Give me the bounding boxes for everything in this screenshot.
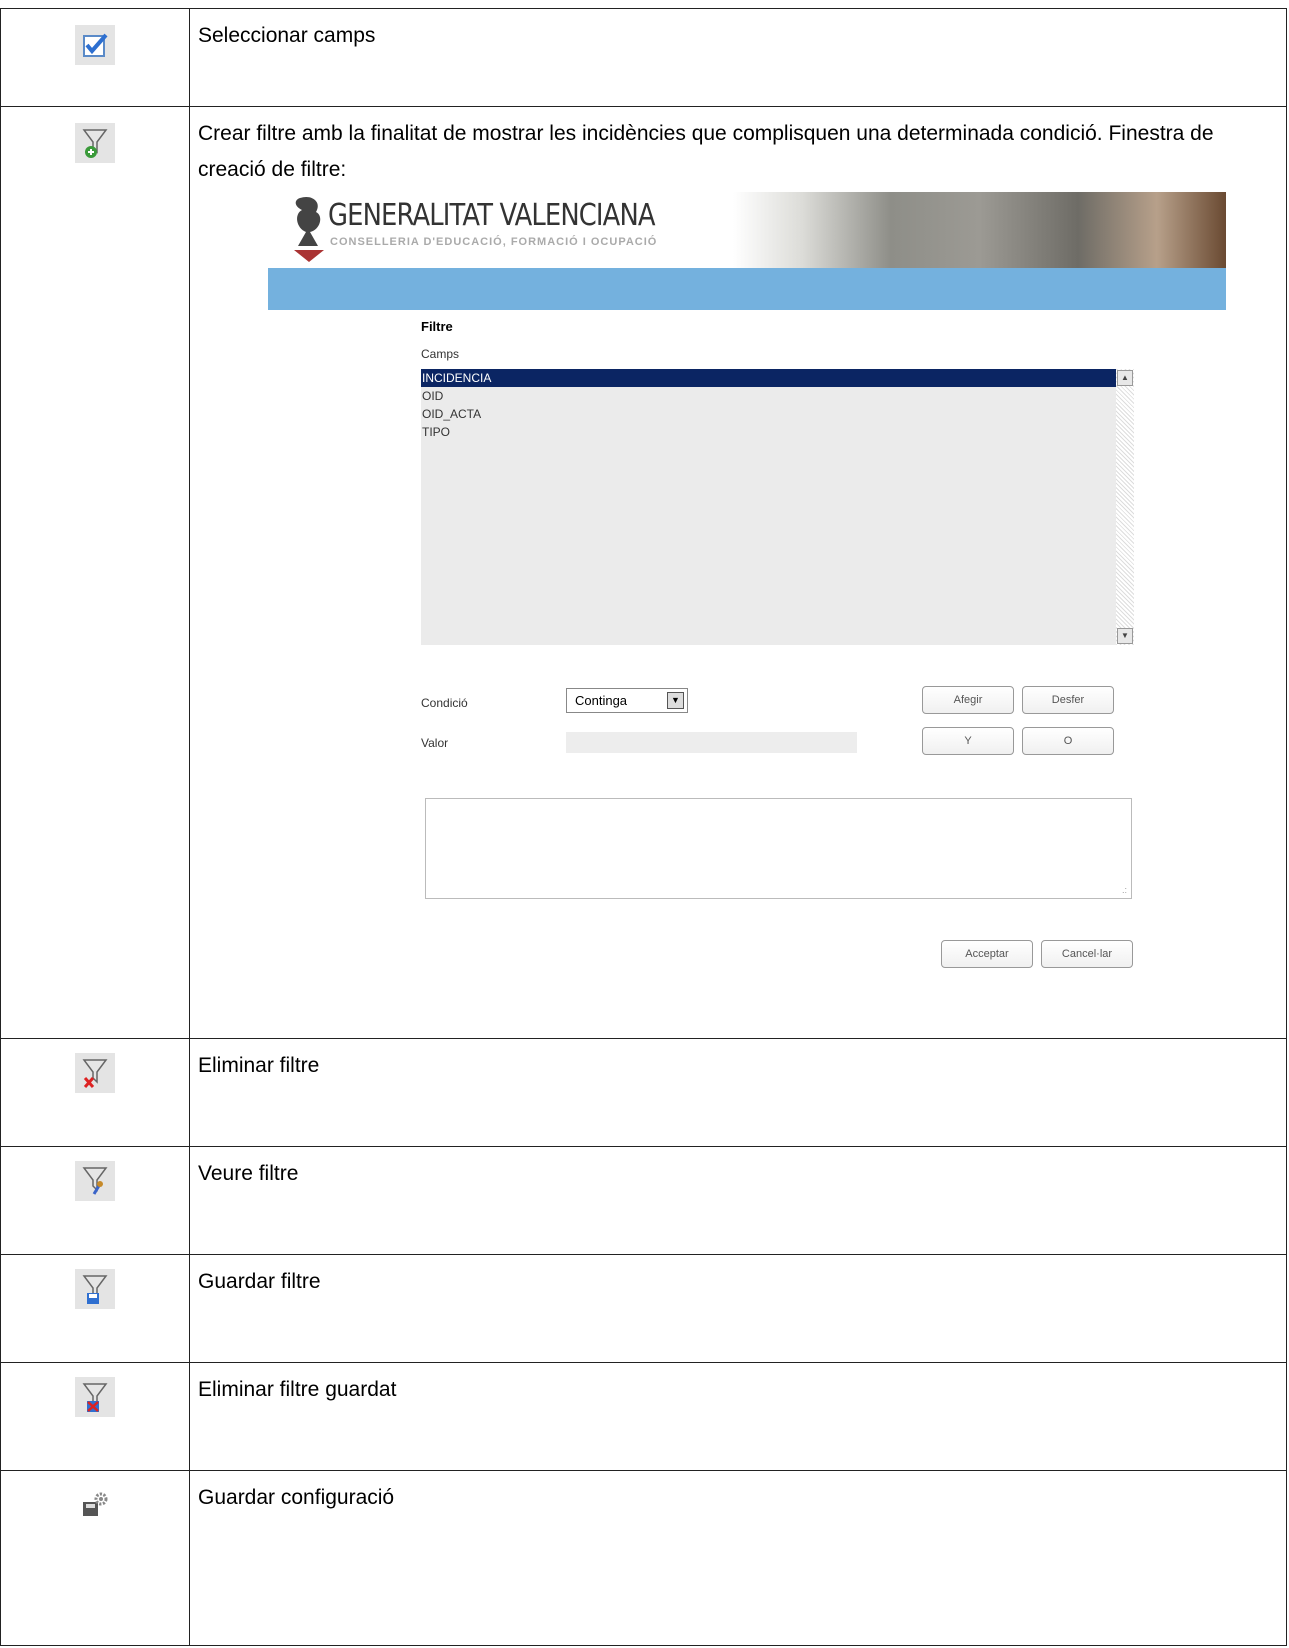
document-table: Seleccionar camps Crear filtre amb la fi… [0,8,1287,1646]
filter-expression-textarea[interactable]: .: [425,798,1132,899]
value-label: Valor [421,736,449,750]
list-item[interactable]: INCIDENCIA [421,369,1134,387]
banner-bar [268,268,1226,310]
undo-button[interactable]: Desfer [1022,686,1114,714]
filter-title: Filtre [421,319,453,334]
fields-listbox[interactable]: INCIDENCIA OID OID_ACTA TIPO ▲ ▼ [421,369,1134,645]
table-row: Eliminar filtre [0,1038,1287,1147]
table-row: Veure filtre [0,1146,1287,1255]
fields-label: Camps [421,347,460,361]
row-description: Seleccionar camps [198,24,376,47]
filter-save-icon [75,1269,115,1309]
resize-grip-icon[interactable]: .: [1122,885,1127,895]
or-button[interactable]: O [1022,727,1114,755]
filter-delete-saved-icon [75,1377,115,1417]
filter-view-icon [75,1161,115,1201]
row-description: Crear filtre amb la finalitat de mostrar… [198,122,1214,181]
accept-button[interactable]: Acceptar [941,940,1033,968]
table-row: Guardar filtre [0,1254,1287,1363]
logo-title: GENERALITAT VALENCIANA [328,198,656,233]
condition-label: Condició [421,696,468,710]
condition-select[interactable]: Continga ▼ [566,688,688,713]
filter-delete-icon [75,1053,115,1093]
list-item[interactable]: TIPO [421,423,1134,441]
filter-window-screenshot: GENERALITAT VALENCIANA CONSELLERIA D'EDU… [268,192,1226,1022]
row-description: Guardar configuració [198,1486,395,1509]
list-item[interactable]: OID_ACTA [421,405,1134,423]
scroll-up-icon[interactable]: ▲ [1117,370,1133,386]
scroll-down-icon[interactable]: ▼ [1117,628,1133,644]
value-input[interactable] [566,732,857,753]
row-description: Guardar filtre [198,1270,321,1293]
table-row: Crear filtre amb la finalitat de mostrar… [0,106,1287,1039]
table-row: Eliminar filtre guardat [0,1362,1287,1471]
logo-subtitle: CONSELLERIA D'EDUCACIÓ, FORMACIÓ I OCUPA… [330,236,658,248]
and-button[interactable]: Y [922,727,1014,755]
row-description: Veure filtre [198,1162,299,1185]
scrollbar[interactable]: ▲ ▼ [1116,369,1134,645]
row-description: Eliminar filtre [198,1054,320,1077]
cancel-button[interactable]: Cancel·lar [1041,940,1133,968]
table-row: Guardar configuració [0,1470,1287,1646]
chevron-down-icon[interactable]: ▼ [667,692,684,709]
crest-icon [294,196,324,262]
table-row: Seleccionar camps [0,8,1287,107]
banner-photo [733,192,1226,268]
filter-add-icon [75,123,115,163]
add-button[interactable]: Afegir [922,686,1014,714]
list-item[interactable]: OID [421,387,1134,405]
save-config-icon [75,1485,115,1525]
banner: GENERALITAT VALENCIANA CONSELLERIA D'EDU… [268,192,1226,268]
check-icon [75,25,115,65]
condition-value: Continga [575,693,628,708]
row-description: Eliminar filtre guardat [198,1378,397,1401]
